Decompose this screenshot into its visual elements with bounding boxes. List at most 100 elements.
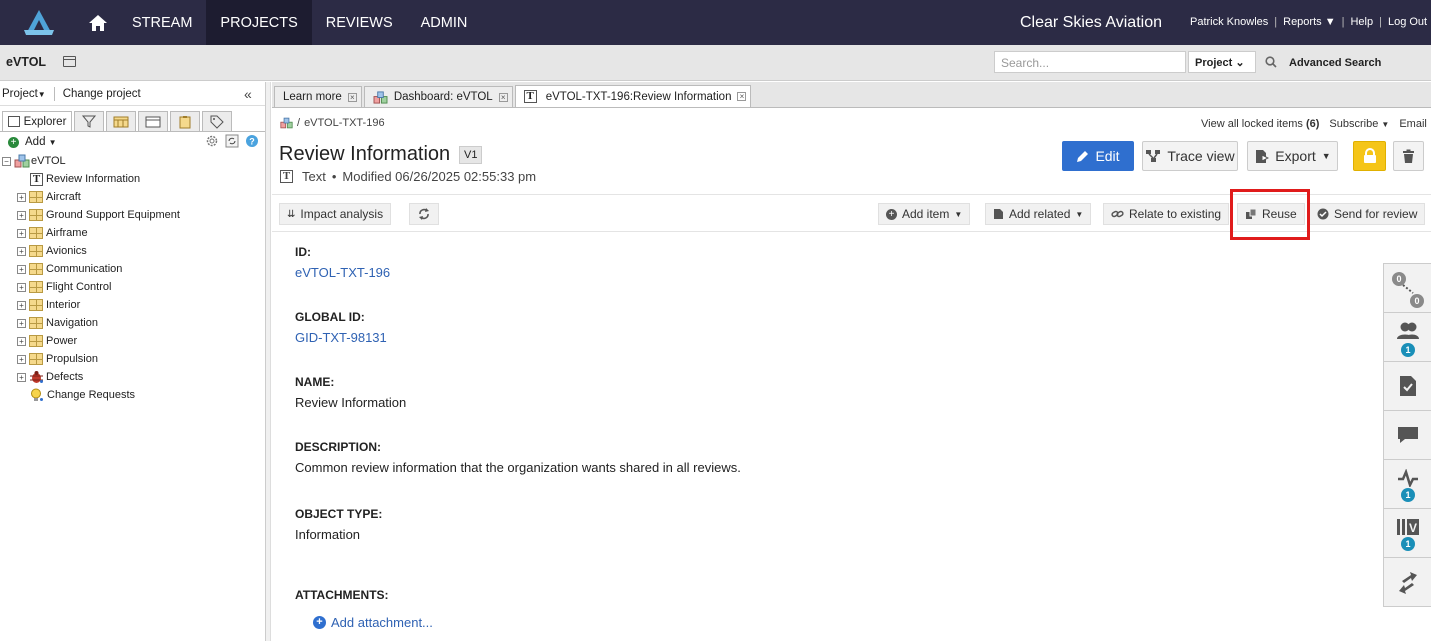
- email-link[interactable]: Email: [1399, 118, 1427, 130]
- rail-versions-widget[interactable]: V 1: [1384, 509, 1431, 558]
- tab-window[interactable]: [138, 111, 168, 131]
- tree-item-navigation[interactable]: + Navigation: [0, 314, 265, 332]
- expand-icon[interactable]: +: [17, 246, 26, 256]
- add-attachment-link[interactable]: + Add attachment...: [313, 615, 433, 630]
- field-value[interactable]: eVTOL-TXT-196: [295, 265, 741, 280]
- calendar-icon: [113, 116, 129, 127]
- caret-down-icon: ▼: [1381, 120, 1390, 129]
- trace-view-button[interactable]: Trace view: [1142, 141, 1238, 171]
- tree-item-interior[interactable]: + Interior: [0, 296, 265, 314]
- field-value: Information: [295, 527, 361, 542]
- refresh-icon[interactable]: [225, 134, 239, 148]
- tree-root[interactable]: − eVTOL: [0, 152, 265, 170]
- tab-clipboard[interactable]: [170, 111, 200, 131]
- expand-icon[interactable]: +: [17, 354, 26, 364]
- export-button[interactable]: Export ▼: [1247, 141, 1338, 171]
- relate-existing-button[interactable]: Relate to existing: [1103, 203, 1230, 225]
- close-icon[interactable]: ×: [498, 92, 508, 102]
- gear-icon[interactable]: [205, 134, 219, 148]
- change-project-link[interactable]: Change project: [63, 88, 141, 100]
- tab-calendar[interactable]: [106, 111, 136, 131]
- tab-learn-more[interactable]: Learn more ×: [274, 86, 362, 107]
- tree-item-airframe[interactable]: + Airframe: [0, 224, 265, 242]
- panel-splitter[interactable]: [266, 82, 271, 641]
- rail-comments-widget[interactable]: [1384, 411, 1431, 460]
- send-for-review-label: Send for review: [1334, 207, 1418, 221]
- collapse-icon[interactable]: −: [2, 156, 11, 166]
- tree-item-flight-control[interactable]: + Flight Control: [0, 278, 265, 296]
- tree-item-propulsion[interactable]: + Propulsion: [0, 350, 265, 368]
- expand-icon[interactable]: +: [17, 210, 26, 220]
- tab-dashboard[interactable]: Dashboard: eVTOL ×: [363, 86, 513, 107]
- user-name[interactable]: Patrick Knowles: [1190, 16, 1268, 28]
- expand-icon[interactable]: +: [17, 228, 26, 238]
- locked-items-link[interactable]: View all locked items (6): [1201, 118, 1319, 130]
- tree-item-ground-support-equipment[interactable]: + Ground Support Equipment: [0, 206, 265, 224]
- send-for-review-button[interactable]: Send for review: [1309, 203, 1426, 225]
- version-badge[interactable]: V1: [459, 146, 483, 164]
- advanced-search-link[interactable]: Advanced Search: [1289, 57, 1381, 69]
- expand-icon[interactable]: +: [17, 318, 26, 328]
- folder-icon: [29, 299, 43, 311]
- add-related-button[interactable]: Add related ▼: [985, 203, 1092, 225]
- app-logo[interactable]: [0, 0, 78, 45]
- project-menu[interactable]: Project▼: [2, 88, 46, 100]
- collapse-panel-icon[interactable]: «: [244, 86, 252, 102]
- search-scope-select[interactable]: Project ⌄: [1188, 51, 1256, 73]
- search-input[interactable]: Search...: [994, 51, 1186, 73]
- add-item-button[interactable]: + Add item ▼: [878, 203, 971, 225]
- lock-button[interactable]: [1353, 141, 1386, 171]
- refresh-button[interactable]: [409, 203, 439, 225]
- rail-reviewers-widget[interactable]: 1: [1384, 313, 1431, 362]
- delete-button[interactable]: [1393, 141, 1424, 171]
- close-icon[interactable]: ×: [347, 92, 357, 102]
- nav-projects[interactable]: PROJECTS: [206, 0, 312, 45]
- rail-trace-widget[interactable]: 0 0: [1384, 264, 1431, 313]
- tab-filter[interactable]: [74, 111, 104, 131]
- expand-icon[interactable]: +: [17, 264, 26, 274]
- panel-tools: + Add ▼ ?: [0, 132, 265, 152]
- tree-item-power[interactable]: + Power: [0, 332, 265, 350]
- item-fields: ID: eVTOL-TXT-196 GLOBAL ID: GID-TXT-981…: [295, 245, 741, 602]
- folder-icon: [29, 191, 43, 203]
- nav-reviews[interactable]: REVIEWS: [312, 0, 407, 45]
- tab-review-information[interactable]: T eVTOL-TXT-196:Review Information ×: [514, 85, 752, 107]
- expand-icon[interactable]: +: [17, 192, 26, 202]
- help-link[interactable]: Help: [1350, 16, 1373, 28]
- field-value[interactable]: GID-TXT-98131: [295, 330, 741, 345]
- impact-analysis-button[interactable]: ⇊ Impact analysis: [279, 203, 392, 225]
- tree-item-avionics[interactable]: + Avionics: [0, 242, 265, 260]
- nav-stream[interactable]: STREAM: [118, 0, 206, 45]
- expand-icon[interactable]: +: [17, 300, 26, 310]
- document-check-icon: [1399, 376, 1416, 396]
- tree-item-review-information[interactable]: T Review Information: [0, 170, 265, 188]
- logout-link[interactable]: Log Out: [1388, 16, 1427, 28]
- rail-review-doc-widget[interactable]: [1384, 362, 1431, 411]
- rail-sync-widget[interactable]: [1384, 558, 1431, 607]
- tab-explorer[interactable]: Explorer: [2, 111, 72, 131]
- window-icon[interactable]: [63, 56, 76, 67]
- tree-item-defects[interactable]: + Defects: [0, 368, 265, 386]
- double-chevron-down-icon: ⇊: [287, 208, 296, 220]
- nav-admin[interactable]: ADMIN: [407, 0, 482, 45]
- subscribe-menu[interactable]: Subscribe ▼: [1329, 118, 1389, 130]
- activity-count: 1: [1401, 488, 1415, 502]
- reports-menu[interactable]: Reports ▼: [1283, 16, 1335, 28]
- edit-button[interactable]: Edit: [1062, 141, 1134, 171]
- tree-item-change-requests[interactable]: Change Requests: [0, 386, 265, 404]
- lock-icon: [1363, 148, 1376, 163]
- search-icon[interactable]: [1265, 56, 1277, 71]
- expand-icon[interactable]: +: [17, 372, 26, 382]
- close-icon[interactable]: ×: [737, 92, 747, 101]
- tab-tags[interactable]: [202, 111, 232, 131]
- tree-item-aircraft[interactable]: + Aircraft: [0, 188, 265, 206]
- tree-item-communication[interactable]: + Communication: [0, 260, 265, 278]
- home-button[interactable]: [78, 0, 118, 45]
- help-icon[interactable]: ?: [245, 134, 259, 148]
- rail-activity-widget[interactable]: 1: [1384, 460, 1431, 509]
- breadcrumb-item[interactable]: eVTOL-TXT-196: [304, 117, 385, 129]
- add-menu[interactable]: Add ▼: [25, 136, 57, 148]
- expand-icon[interactable]: +: [17, 282, 26, 292]
- project-icon[interactable]: [280, 117, 293, 129]
- expand-icon[interactable]: +: [17, 336, 26, 346]
